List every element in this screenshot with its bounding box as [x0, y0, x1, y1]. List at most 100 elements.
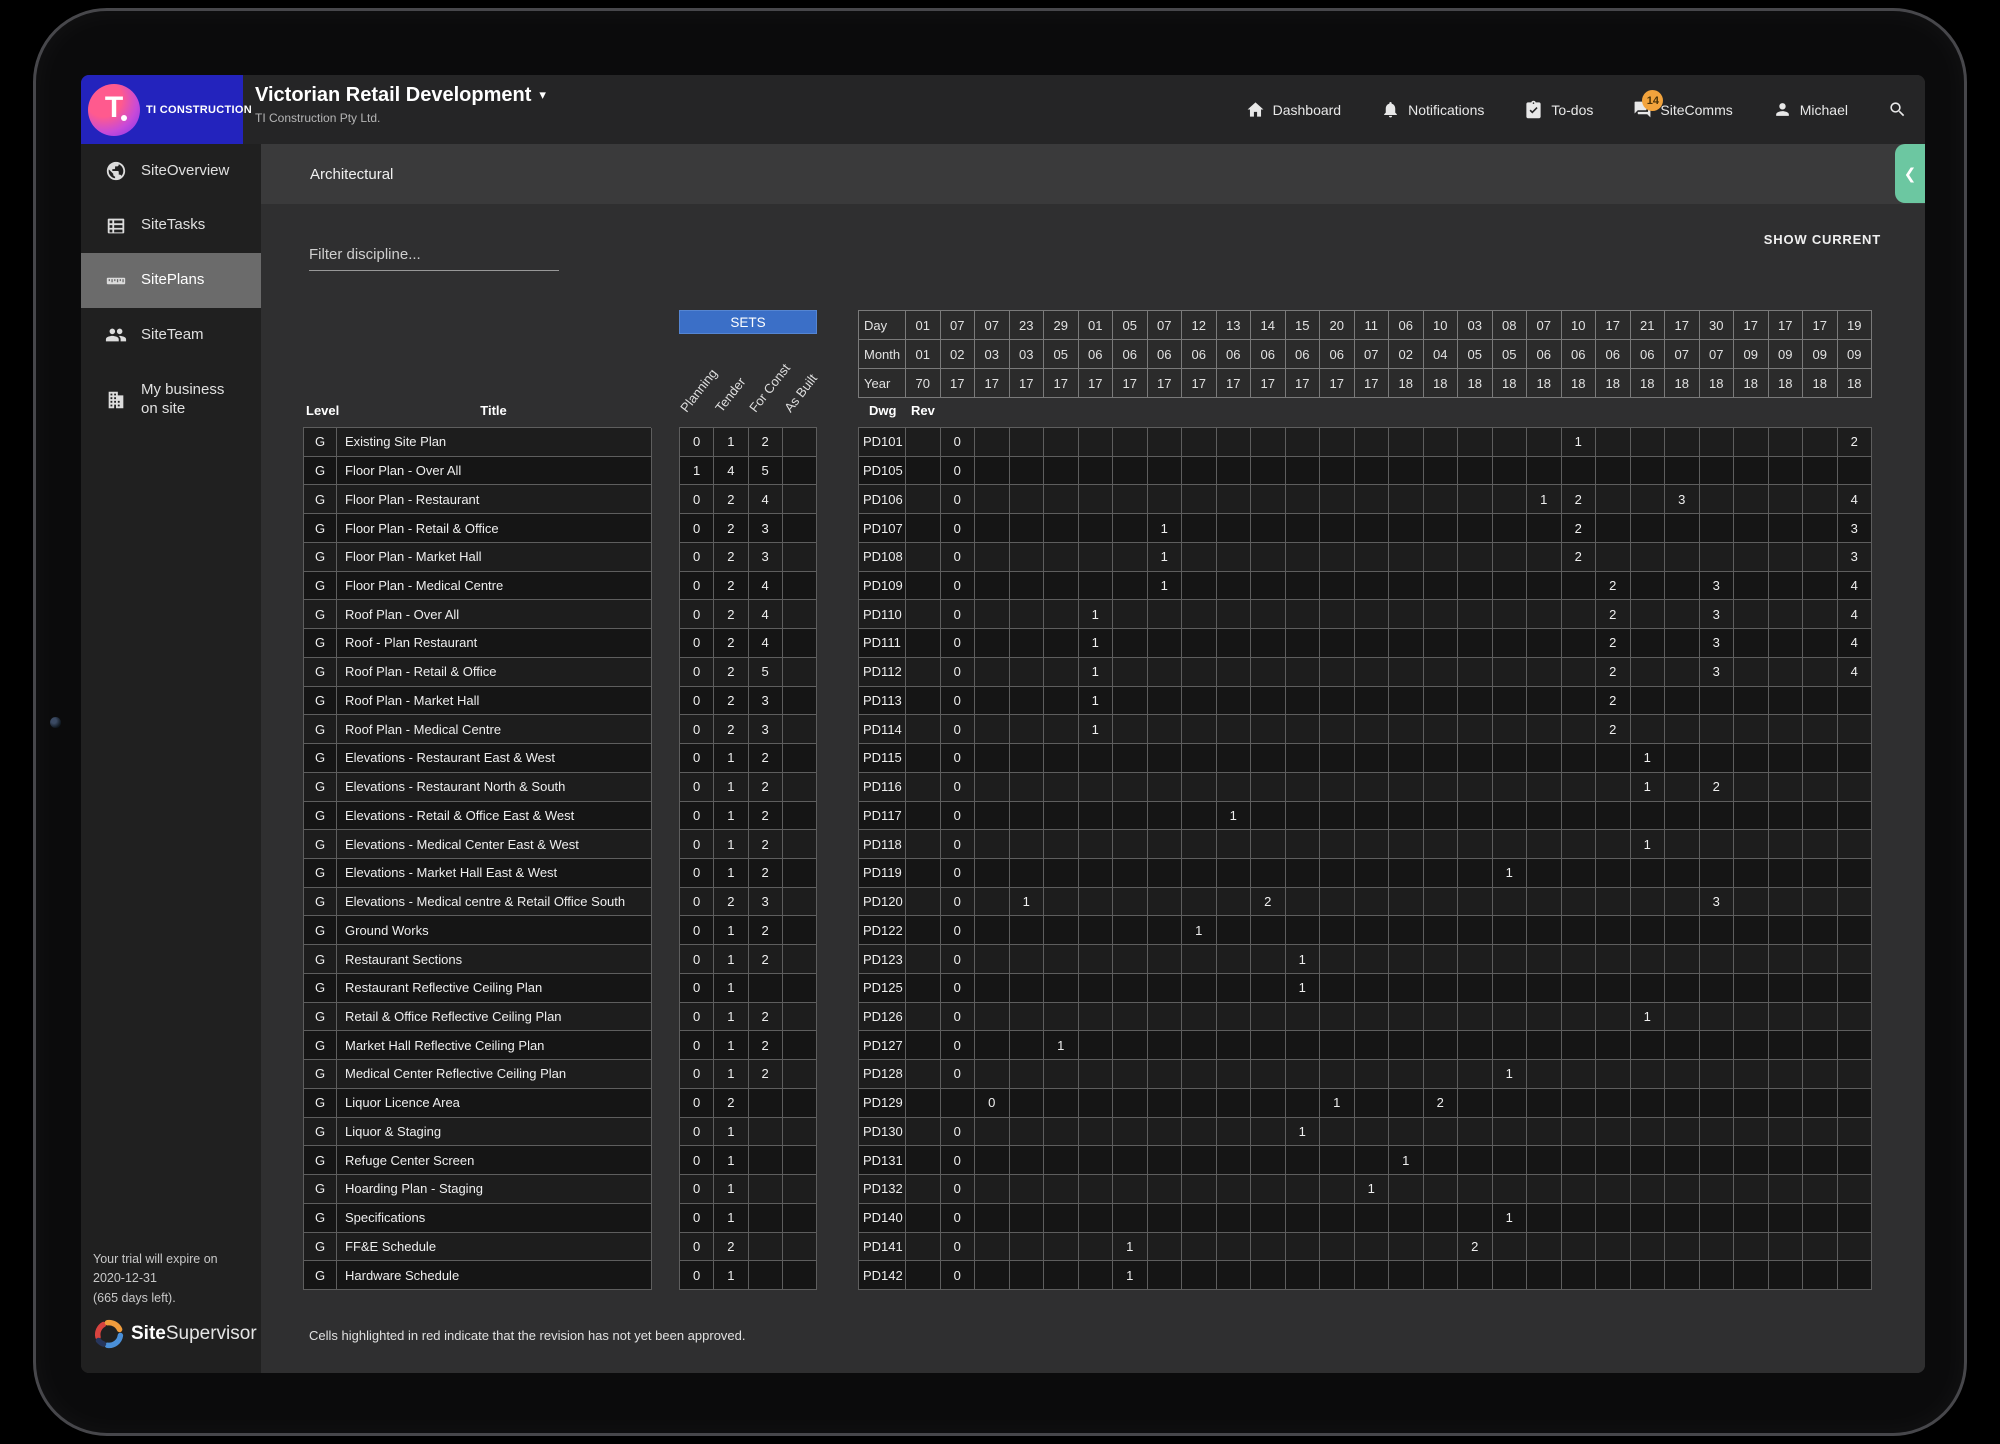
revision-cell[interactable]	[1286, 572, 1321, 601]
revision-cell[interactable]	[1355, 629, 1390, 658]
revision-cell[interactable]	[1631, 1233, 1666, 1262]
revision-cell[interactable]	[1700, 945, 1735, 974]
revision-cell[interactable]	[975, 773, 1010, 802]
revision-cell[interactable]	[1665, 543, 1700, 572]
revision-cell[interactable]	[1803, 859, 1838, 888]
plan-title-cell[interactable]: Floor Plan - Restaurant	[337, 485, 652, 514]
revision-cell[interactable]	[1182, 485, 1217, 514]
revision-cell[interactable]: 0	[941, 485, 976, 514]
revision-cell[interactable]	[1769, 457, 1804, 486]
revision-cell[interactable]	[1665, 572, 1700, 601]
set-count-cell[interactable]: 0	[680, 1233, 714, 1262]
revision-cell[interactable]	[1044, 514, 1079, 543]
revision-cell[interactable]	[1527, 1003, 1562, 1032]
revision-cell[interactable]	[1113, 945, 1148, 974]
set-count-cell[interactable]	[783, 859, 817, 888]
revision-cell[interactable]	[1251, 802, 1286, 831]
revision-cell[interactable]	[1493, 457, 1528, 486]
revision-cell[interactable]	[975, 974, 1010, 1003]
nav-notifications[interactable]: Notifications	[1381, 100, 1484, 119]
revision-cell[interactable]	[1217, 485, 1252, 514]
revision-cell[interactable]	[1182, 629, 1217, 658]
revision-cell[interactable]: 0	[941, 514, 976, 543]
revision-cell[interactable]	[1424, 773, 1459, 802]
revision-cell[interactable]	[1113, 1031, 1148, 1060]
revision-cell[interactable]	[1389, 802, 1424, 831]
revision-cell[interactable]	[1320, 744, 1355, 773]
set-count-cell[interactable]: 0	[680, 629, 714, 658]
revision-cell[interactable]: 1	[1148, 543, 1183, 572]
revision-cell[interactable]	[1079, 744, 1114, 773]
revision-cell[interactable]	[1596, 773, 1631, 802]
revision-cell[interactable]	[1700, 514, 1735, 543]
revision-cell[interactable]	[1286, 543, 1321, 572]
revision-cell[interactable]	[1389, 1031, 1424, 1060]
revision-cell[interactable]	[1389, 1261, 1424, 1290]
revision-cell[interactable]	[1079, 1261, 1114, 1290]
set-count-cell[interactable]: 0	[680, 600, 714, 629]
nav-michael[interactable]: Michael	[1773, 100, 1848, 119]
revision-cell[interactable]	[1251, 1003, 1286, 1032]
revision-cell[interactable]	[975, 802, 1010, 831]
revision-cell[interactable]	[1079, 1089, 1114, 1118]
revision-cell[interactable]	[1113, 514, 1148, 543]
set-count-cell[interactable]	[783, 1233, 817, 1262]
revision-cell[interactable]	[1527, 1118, 1562, 1147]
nav-sitecomms[interactable]: 14SiteComms	[1633, 100, 1732, 119]
revision-cell[interactable]	[1734, 773, 1769, 802]
revision-cell[interactable]	[1044, 600, 1079, 629]
revision-cell[interactable]	[1182, 543, 1217, 572]
revision-cell[interactable]	[1182, 945, 1217, 974]
revision-cell[interactable]	[1769, 600, 1804, 629]
revision-cell[interactable]	[1769, 572, 1804, 601]
plan-title-cell[interactable]: Existing Site Plan	[337, 428, 652, 457]
revision-cell[interactable]	[1803, 1031, 1838, 1060]
revision-cell[interactable]	[1148, 428, 1183, 457]
revision-cell[interactable]: 1	[1079, 629, 1114, 658]
revision-cell[interactable]	[1424, 830, 1459, 859]
revision-cell[interactable]	[1769, 802, 1804, 831]
set-count-cell[interactable]: 0	[680, 888, 714, 917]
revision-cell[interactable]	[906, 802, 941, 831]
revision-cell[interactable]	[1044, 888, 1079, 917]
revision-cell[interactable]	[1803, 1146, 1838, 1175]
revision-cell[interactable]	[1562, 830, 1597, 859]
revision-cell[interactable]	[1286, 1003, 1321, 1032]
revision-cell[interactable]	[1355, 1233, 1390, 1262]
dwg-number-cell[interactable]: PD113	[859, 687, 906, 716]
revision-cell[interactable]	[1251, 1261, 1286, 1290]
revision-cell[interactable]	[1424, 802, 1459, 831]
revision-cell[interactable]	[906, 514, 941, 543]
revision-cell[interactable]	[1527, 457, 1562, 486]
revision-cell[interactable]	[1010, 830, 1045, 859]
set-count-cell[interactable]: 0	[680, 1089, 714, 1118]
set-count-cell[interactable]: 2	[714, 543, 748, 572]
revision-cell[interactable]	[1010, 572, 1045, 601]
revision-cell[interactable]	[975, 830, 1010, 859]
revision-cell[interactable]	[1665, 600, 1700, 629]
revision-cell[interactable]	[1182, 457, 1217, 486]
set-count-cell[interactable]	[783, 1175, 817, 1204]
revision-cell[interactable]	[1596, 802, 1631, 831]
revision-cell[interactable]: 2	[1251, 888, 1286, 917]
revision-cell[interactable]	[1562, 1089, 1597, 1118]
set-count-cell[interactable]: 0	[680, 1146, 714, 1175]
set-count-cell[interactable]: 2	[749, 428, 783, 457]
revision-cell[interactable]	[1148, 802, 1183, 831]
revision-cell[interactable]: 4	[1838, 629, 1873, 658]
set-count-cell[interactable]	[783, 1060, 817, 1089]
dwg-number-cell[interactable]: PD116	[859, 773, 906, 802]
revision-cell[interactable]	[975, 428, 1010, 457]
revision-cell[interactable]	[1044, 1003, 1079, 1032]
revision-cell[interactable]	[1010, 1146, 1045, 1175]
revision-cell[interactable]	[1113, 802, 1148, 831]
revision-cell[interactable]	[1665, 859, 1700, 888]
revision-cell[interactable]	[1458, 916, 1493, 945]
set-count-cell[interactable]: 0	[680, 715, 714, 744]
revision-cell[interactable]	[1493, 629, 1528, 658]
revision-cell[interactable]	[1320, 658, 1355, 687]
revision-cell[interactable]	[1631, 1060, 1666, 1089]
revision-cell[interactable]	[1286, 600, 1321, 629]
revision-cell[interactable]	[1562, 888, 1597, 917]
revision-cell[interactable]	[1596, 974, 1631, 1003]
